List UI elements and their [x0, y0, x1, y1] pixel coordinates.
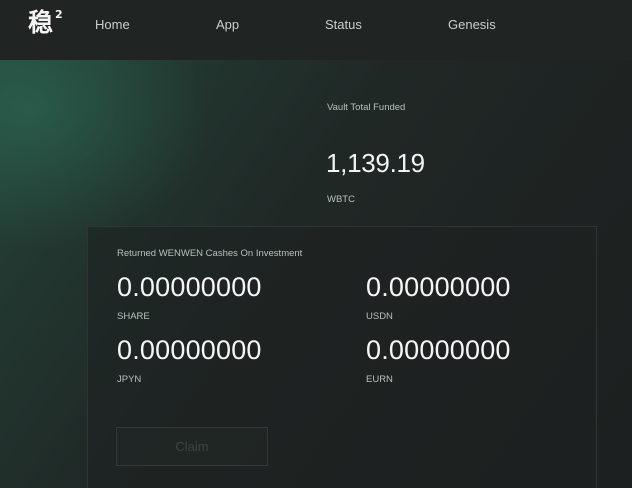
jpyn-amount: 0.00000000 — [117, 335, 262, 365]
share-amount: 0.00000000 — [117, 272, 262, 302]
vault-total-label: Vault Total Funded — [327, 102, 406, 113]
eurn-unit: EURN — [366, 374, 393, 385]
usdn-unit: USDN — [366, 311, 393, 322]
nav-genesis[interactable]: Genesis — [448, 17, 496, 32]
nav-home[interactable]: Home — [95, 17, 130, 32]
eurn-amount: 0.00000000 — [366, 335, 511, 365]
claim-button[interactable]: Claim — [116, 427, 268, 466]
share-unit: SHARE — [117, 311, 150, 322]
logo-superscript: 2 — [55, 8, 63, 21]
logo-glyph: 稳 — [28, 8, 53, 37]
top-navbar: 稳 2 Home App Status Genesis — [0, 0, 632, 60]
returns-card-title: Returned WENWEN Cashes On Investment — [117, 248, 303, 259]
usdn-amount: 0.00000000 — [366, 272, 511, 302]
vault-total-value: 1,139.19 — [326, 148, 425, 178]
jpyn-unit: JPYN — [117, 374, 142, 385]
logo[interactable]: 稳 2 — [28, 8, 63, 38]
vault-total-unit: WBTC — [327, 194, 355, 205]
nav-status[interactable]: Status — [325, 17, 362, 32]
nav-app[interactable]: App — [216, 17, 239, 32]
